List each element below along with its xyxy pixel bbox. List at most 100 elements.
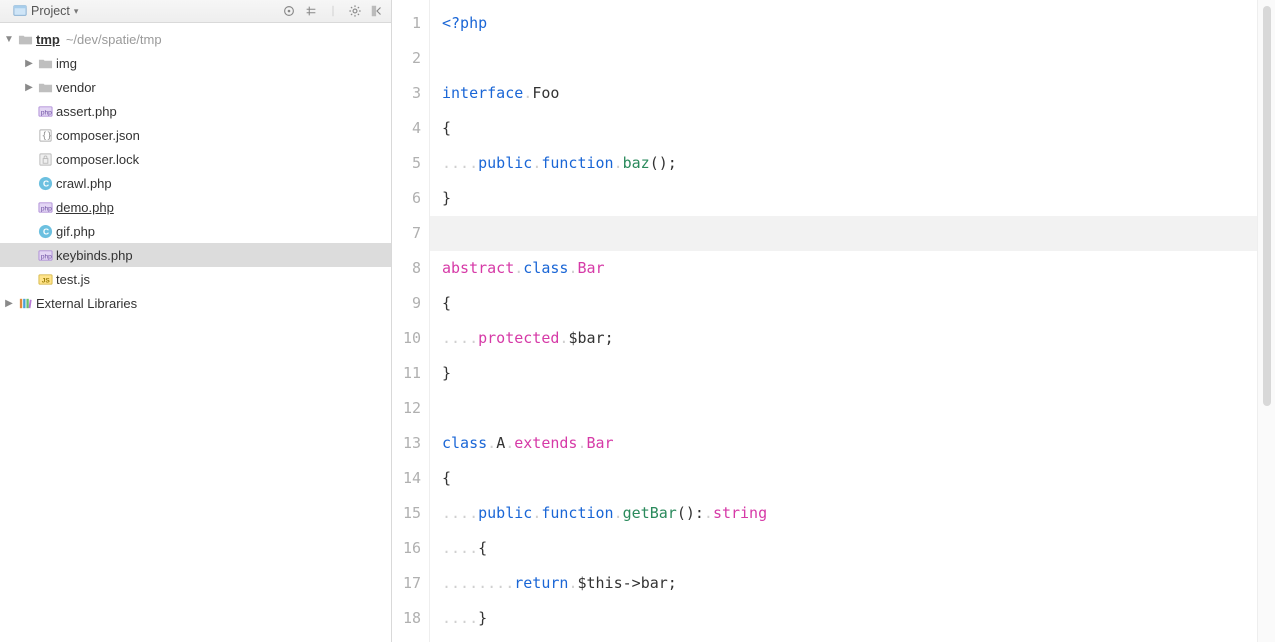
project-view-label: Project	[31, 4, 70, 18]
tree-item-name: keybinds.php	[56, 248, 133, 263]
disclosure-closed-icon[interactable]: ▶	[22, 58, 36, 69]
svg-text:{}: {}	[41, 130, 51, 140]
tree-item[interactable]: ▶{}composer.json	[0, 123, 391, 147]
disclosure-open-icon[interactable]: ▼	[2, 34, 16, 45]
token: ........	[442, 574, 514, 592]
scrollbar-thumb[interactable]	[1263, 6, 1271, 406]
token: {	[442, 119, 451, 137]
line-number: 11	[392, 356, 421, 391]
token: baz	[623, 154, 650, 172]
tree-item[interactable]: ▶ img	[0, 51, 391, 75]
tree-item[interactable]: ▶Cgif.php	[0, 219, 391, 243]
token: return	[514, 574, 568, 592]
disclosure-closed-icon[interactable]: ▶	[22, 82, 36, 93]
line-number: 17	[392, 566, 421, 601]
token: .	[532, 504, 541, 522]
php-icon: php	[36, 248, 54, 263]
line-number: 2	[392, 41, 421, 76]
token: }	[442, 189, 451, 207]
gear-icon[interactable]	[347, 3, 363, 19]
token: .	[614, 154, 623, 172]
tree-item[interactable]: ▶phpkeybinds.php	[0, 243, 391, 267]
code-line[interactable]	[430, 391, 1257, 426]
code-line[interactable]: <?php	[430, 6, 1257, 41]
code-line[interactable]: {	[430, 286, 1257, 321]
collapse-all-icon[interactable]	[303, 3, 319, 19]
code-area[interactable]: <?phpinterface.Foo{....public.function.b…	[430, 0, 1257, 642]
hide-icon[interactable]	[369, 3, 385, 19]
line-gutter: 123456789101112131415161718	[392, 0, 430, 642]
svg-text:C: C	[42, 226, 48, 236]
token: $bar	[568, 329, 604, 347]
locate-icon[interactable]	[281, 3, 297, 19]
token: <?php	[442, 14, 487, 32]
line-number: 4	[392, 111, 421, 146]
tree-external-libs[interactable]: ▶ External Libraries	[0, 291, 391, 315]
line-number: 14	[392, 461, 421, 496]
project-view-selector[interactable]: Project ▾	[6, 1, 85, 22]
token: ....	[442, 329, 478, 347]
libraries-icon	[16, 296, 34, 311]
token: class	[442, 434, 487, 452]
code-line[interactable]: ....{	[430, 531, 1257, 566]
token: ....	[442, 504, 478, 522]
lock-icon	[36, 152, 54, 167]
line-number: 10	[392, 321, 421, 356]
code-line[interactable]: }	[430, 181, 1257, 216]
code-line[interactable]: ....public.function.baz();	[430, 146, 1257, 181]
tree-item[interactable]: ▶JStest.js	[0, 267, 391, 291]
tree-item[interactable]: ▶phpassert.php	[0, 99, 391, 123]
token: ....	[442, 154, 478, 172]
code-line[interactable]: ....protected.$bar;	[430, 321, 1257, 356]
tree-item-name: img	[56, 56, 77, 71]
c-icon: C	[36, 224, 54, 239]
code-line[interactable]: }	[430, 356, 1257, 391]
token: ():	[677, 504, 704, 522]
tree-item-name: gif.php	[56, 224, 95, 239]
tree-root-name: tmp	[36, 32, 60, 47]
code-line[interactable]: ....public.function.getBar():.string	[430, 496, 1257, 531]
project-sidebar-header: Project ▾	[0, 0, 391, 23]
tree-item[interactable]: ▶ vendor	[0, 75, 391, 99]
code-line[interactable]	[430, 41, 1257, 76]
line-number: 13	[392, 426, 421, 461]
line-number: 15	[392, 496, 421, 531]
tree-root[interactable]: ▼ tmp ~/dev/spatie/tmp	[0, 27, 391, 51]
tree-item-name: vendor	[56, 80, 96, 95]
json-icon: {}	[36, 128, 54, 143]
token: Bar	[587, 434, 614, 452]
token: public	[478, 504, 532, 522]
tree-item[interactable]: ▶composer.lock	[0, 147, 391, 171]
token: interface	[442, 84, 523, 102]
tree-item-name: assert.php	[56, 104, 117, 119]
token: .	[505, 434, 514, 452]
svg-text:C: C	[42, 178, 48, 188]
code-line[interactable]: abstract.class.Bar	[430, 251, 1257, 286]
svg-text:php: php	[40, 109, 51, 116]
project-icon	[13, 3, 27, 20]
code-line[interactable]: interface.Foo	[430, 76, 1257, 111]
disclosure-closed-icon[interactable]: ▶	[2, 298, 16, 309]
code-line[interactable]: class.A.extends.Bar	[430, 426, 1257, 461]
token: ;	[668, 574, 677, 592]
code-line[interactable]: ....}	[430, 601, 1257, 636]
js-icon: JS	[36, 272, 54, 287]
token: $this	[577, 574, 622, 592]
token: .	[614, 504, 623, 522]
code-line[interactable]	[430, 216, 1257, 251]
php-icon: php	[36, 200, 54, 215]
code-line[interactable]: {	[430, 461, 1257, 496]
token: ->	[623, 574, 641, 592]
token: protected	[478, 329, 559, 347]
code-editor[interactable]: 123456789101112131415161718 <?phpinterfa…	[392, 0, 1275, 642]
c-icon: C	[36, 176, 54, 191]
token: function	[541, 154, 613, 172]
tree-item[interactable]: ▶phpdemo.php	[0, 195, 391, 219]
tree-item[interactable]: ▶Ccrawl.php	[0, 171, 391, 195]
token: Foo	[532, 84, 559, 102]
token: .	[577, 434, 586, 452]
code-line[interactable]: ........return.$this->bar;	[430, 566, 1257, 601]
code-line[interactable]: {	[430, 111, 1257, 146]
file-tree[interactable]: ▼ tmp ~/dev/spatie/tmp ▶img▶vendor▶phpas…	[0, 23, 391, 642]
token: string	[713, 504, 767, 522]
